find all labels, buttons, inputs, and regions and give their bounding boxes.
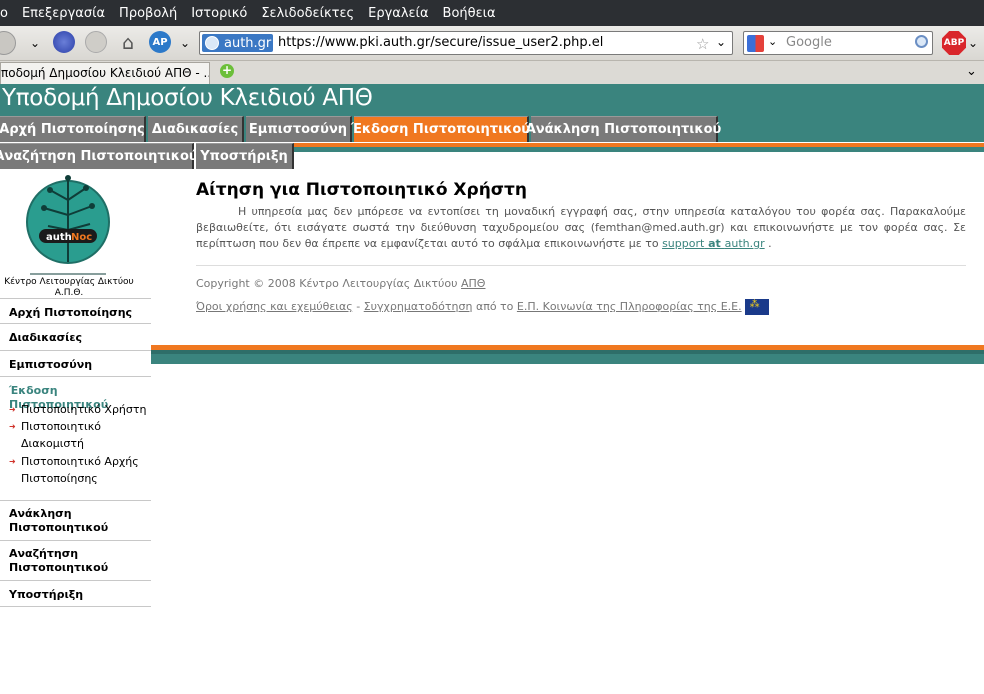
engine-dropdown-icon[interactable]: ⌄ xyxy=(768,35,777,48)
eu-flag-icon[interactable] xyxy=(744,299,769,315)
search-placeholder: Google xyxy=(786,35,832,50)
funding-link[interactable]: Συγχρηματοδότηση xyxy=(364,300,473,313)
nav-tab-revoke[interactable]: Ανάκληση Πιστοποιητικού xyxy=(526,116,721,142)
sidebar-item-search[interactable]: Αναζήτηση Πιστοποιητικού xyxy=(0,541,151,581)
site-title: Υποδομή Δημοσίου Κλειδιού ΑΠΘ xyxy=(2,85,373,111)
program-link[interactable]: Ε.Π. Κοινωνία της Πληροφορίας της Ε.Ε. xyxy=(517,300,742,313)
logo-caption: Κέντρο Λειτουργίας Δικτύου Α.Π.Θ. xyxy=(4,277,134,298)
google-engine-icon[interactable] xyxy=(747,35,764,52)
globe-icon xyxy=(205,36,219,50)
sidebar-sub-server-cert[interactable]: ➜ Πιστοποιητικό Διακομιστή xyxy=(9,418,119,452)
sidebar-item-trust[interactable]: Εμπιστοσύνη xyxy=(0,351,151,377)
addon-dropdown-icon[interactable]: ⌄ xyxy=(180,31,190,55)
navigation-toolbar: ⌄ ⌂ AP ⌄ auth.gr https://www.pki.auth.gr… xyxy=(0,26,984,61)
addon-icon[interactable]: AP xyxy=(149,31,171,53)
search-icon[interactable] xyxy=(915,35,928,48)
authnoc-logo-icon: auth Noc xyxy=(25,170,110,275)
site-identity-badge[interactable]: auth.gr xyxy=(202,34,273,52)
footer-links: Όροι χρήσης και εχεμύθειας - Συγχρηματοδ… xyxy=(196,299,769,315)
bullet-arrow-icon: ➜ xyxy=(9,457,16,466)
copyright-text: Copyright © 2008 Κέντρο Λειτουργίας Δικτ… xyxy=(196,277,462,290)
bookmark-star-icon[interactable]: ☆ xyxy=(696,35,709,53)
page-title: Αίτηση για Πιστοποιητικό Χρήστη xyxy=(196,180,527,200)
nav-tab-procedures[interactable]: Διαδικασίες xyxy=(148,116,244,142)
sidebar-sub-server-cert-label: Πιστοποιητικό Διακομιστή xyxy=(21,420,101,450)
copyright-link[interactable]: ΑΠΘ xyxy=(461,277,485,290)
nav-tab-search[interactable]: Αναζήτηση Πιστοποιητικού xyxy=(0,143,198,169)
logo-text-noc: Noc xyxy=(71,232,92,243)
stop-icon[interactable] xyxy=(85,31,107,53)
divider xyxy=(196,265,966,266)
url-dropdown-icon[interactable]: ⌄ xyxy=(716,35,726,49)
sidebar-sub-user-cert[interactable]: ➜ Πιστοποιητικό Χρήστη xyxy=(9,401,149,418)
sidebar-item-revoke[interactable]: Ανάκληση Πιστοποιητικού xyxy=(0,501,151,541)
sidebar-item-ca[interactable]: Αρχή Πιστοποίησης xyxy=(0,298,151,324)
sidebar-sub-ca-cert[interactable]: ➜ Πιστοποιητικό Αρχής Πιστοποίησης xyxy=(9,453,149,487)
url-bar[interactable]: auth.gr https://www.pki.auth.gr/secure/i… xyxy=(199,31,733,55)
sidebar-sub-ca-cert-label: Πιστοποιητικό Αρχής Πιστοποίησης xyxy=(21,455,139,485)
nav-tab-trust[interactable]: Εμπιστοσύνη xyxy=(246,116,352,142)
terms-link[interactable]: Όροι χρήσης και εχεμύθειας xyxy=(196,300,353,313)
adblock-dropdown-icon[interactable]: ⌄ xyxy=(968,36,978,50)
error-message-text: Η υπηρεσία μας δεν μπόρεσε να εντοπίσει … xyxy=(196,205,966,250)
support-email-link[interactable]: support at auth.gr xyxy=(662,237,765,250)
bullet-arrow-icon: ➜ xyxy=(9,422,16,431)
browser-tab[interactable]: ποδομή Δημοσίου Κλειδιού ΑΠΘ - ... xyxy=(0,62,210,84)
footer-dark-stripe xyxy=(151,350,984,354)
menu-tools[interactable]: Εργαλεία xyxy=(361,6,435,21)
menu-view[interactable]: Προβολή xyxy=(112,6,184,21)
home-icon[interactable]: ⌂ xyxy=(116,31,140,55)
browser-tab-title: ποδομή Δημοσίου Κλειδιού ΑΠΘ - ... xyxy=(1,66,210,80)
menu-help[interactable]: Βοήθεια xyxy=(436,6,503,21)
tab-strip: ποδομή Δημοσίου Κλειδιού ΑΠΘ - ... + ⌄ xyxy=(0,61,984,85)
reload-icon[interactable] xyxy=(53,31,75,53)
menu-history[interactable]: Ιστορικό xyxy=(184,6,254,21)
menu-file[interactable]: ο xyxy=(0,6,15,21)
sidebar-item-revoke-label: Ανάκληση Πιστοποιητικού xyxy=(9,507,109,534)
nav-tab-issue[interactable]: Έκδοση Πιστοποιητικού xyxy=(351,116,530,142)
bullet-arrow-icon: ➜ xyxy=(9,405,16,414)
sidebar-item-search-label: Αναζήτηση Πιστοποιητικού xyxy=(9,547,109,574)
back-icon[interactable] xyxy=(0,31,16,55)
nav-tab-ca[interactable]: Αρχή Πιστοποίησης xyxy=(0,116,146,142)
sidebar-item-procedures[interactable]: Διαδικασίες xyxy=(0,325,151,351)
menu-bookmarks[interactable]: Σελιδοδείκτες xyxy=(254,6,361,21)
site-identity-label: auth.gr xyxy=(224,35,272,51)
main-nav-row-1: Αρχή Πιστοποίησης Διαδικασίες Εμπιστοσύν… xyxy=(0,116,984,142)
history-dropdown-icon[interactable]: ⌄ xyxy=(30,31,40,55)
site-banner: Υποδομή Δημοσίου Κλειδιού ΑΠΘ xyxy=(0,84,984,116)
browser-menubar: ο Επεξεργασία Προβολή Ιστορικό Σελιδοδεί… xyxy=(0,0,984,26)
authnoc-logo: auth Noc Κέντρο Λειτουργίας Δικτύου Α.Π.… xyxy=(0,170,151,298)
copyright: Copyright © 2008 Κέντρο Λειτουργίας Δικτ… xyxy=(196,277,485,290)
url-text[interactable]: https://www.pki.auth.gr/secure/issue_use… xyxy=(278,35,603,50)
sidebar-sub-user-cert-label: Πιστοποιητικό Χρήστη xyxy=(21,403,147,416)
tab-list-dropdown-icon[interactable]: ⌄ xyxy=(966,64,977,79)
nav-teal-stripe xyxy=(294,147,984,152)
new-tab-icon[interactable]: + xyxy=(220,64,234,78)
search-box[interactable]: ⌄ Google xyxy=(743,31,933,55)
error-message: Η υπηρεσία μας δεν μπόρεσε να εντοπίσει … xyxy=(196,205,966,250)
nav-tab-support[interactable]: Υποστήριξη xyxy=(196,143,294,169)
logo-text-auth: auth xyxy=(46,232,72,243)
sidebar-item-support[interactable]: Υποστήριξη xyxy=(0,581,151,607)
menu-edit[interactable]: Επεξεργασία xyxy=(15,6,112,21)
